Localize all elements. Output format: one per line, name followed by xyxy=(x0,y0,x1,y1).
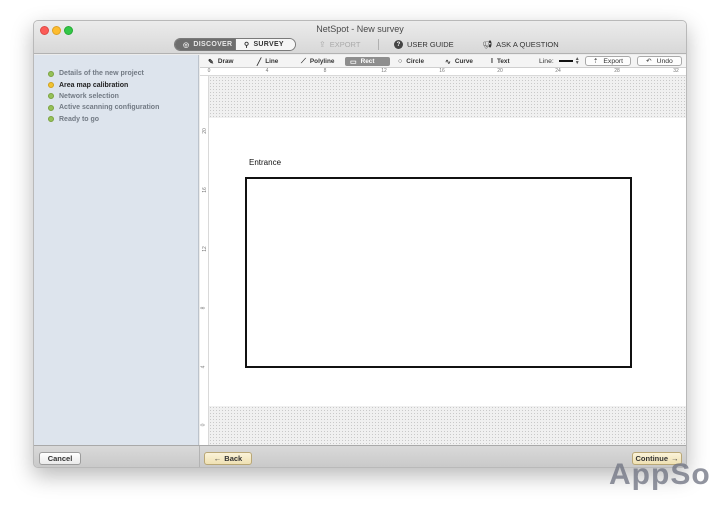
megaphone-icon: 📢︎ xyxy=(482,40,493,49)
canvas-margin-top xyxy=(209,76,686,118)
map-pin-icon: ⚲ xyxy=(244,41,250,49)
ruler-tick: 16 xyxy=(201,187,208,193)
vertical-ruler: 20 16 12 8 4 0 xyxy=(200,76,209,445)
ruler-tick: 8 xyxy=(323,68,327,74)
step-label: Area map calibration xyxy=(59,81,129,89)
discover-tab[interactable]: ◎ DISCOVER xyxy=(175,39,235,50)
rect-tool-label: Rect xyxy=(360,58,375,65)
ruler-tick: 20 xyxy=(201,128,208,134)
wizard-sidebar: Details of the new project Area map cali… xyxy=(34,55,199,445)
undo-icon: ↶ xyxy=(646,58,652,65)
step-active-scanning[interactable]: Active scanning configuration xyxy=(34,102,198,113)
step-details[interactable]: Details of the new project xyxy=(34,68,198,79)
status-dot-icon xyxy=(48,116,54,123)
survey-tab[interactable]: ⚲ SURVEY xyxy=(235,39,295,50)
curve-icon: ∿ xyxy=(445,58,451,66)
watermark-logo: AppSo xyxy=(609,458,711,491)
user-guide-label: USER GUIDE xyxy=(407,40,454,49)
step-label: Ready to go xyxy=(59,115,100,123)
title-bar: NetSpot - New survey ◎ DISCOVER ⚲ SURVEY… xyxy=(34,21,686,54)
export-icon: ⇪ xyxy=(319,40,326,49)
ruler-tick: 24 xyxy=(555,68,561,74)
ruler-tick: 32 xyxy=(673,68,679,74)
cancel-label: Cancel xyxy=(47,454,73,463)
entrance-label[interactable]: Entrance xyxy=(249,158,281,167)
draw-tool-label: Draw xyxy=(217,58,234,65)
export-label: EXPORT xyxy=(329,40,361,49)
cancel-button[interactable]: Cancel xyxy=(39,452,81,465)
step-ready[interactable]: Ready to go xyxy=(34,114,198,125)
stepper-arrows-icon: ▲ ▼ xyxy=(574,56,580,66)
line-icon: ╱ xyxy=(257,58,262,66)
ask-question-label: ASK A QUESTION xyxy=(496,40,559,49)
ruler-tick: 4 xyxy=(200,365,207,369)
window-title: NetSpot - New survey xyxy=(316,24,404,34)
ask-question-button[interactable]: 📢︎ ASK A QUESTION xyxy=(482,40,559,49)
horizontal-ruler: 0 4 8 12 16 20 24 28 32 xyxy=(200,68,686,76)
status-dot-icon xyxy=(48,82,54,89)
line-width-control[interactable]: Line: ▲ ▼ xyxy=(539,56,580,66)
user-guide-button[interactable]: ? USER GUIDE xyxy=(394,40,454,49)
ruler-tick: 0 xyxy=(200,423,207,427)
bottom-bar: Cancel ← Back Continue → xyxy=(34,445,686,467)
app-window: NetSpot - New survey ◎ DISCOVER ⚲ SURVEY… xyxy=(33,20,687,468)
ruler-tick: 20 xyxy=(497,68,503,74)
pencil-icon: ✎ xyxy=(208,58,214,66)
export-drawing-button[interactable]: ⇡ Export xyxy=(585,56,631,66)
circle-icon: ○ xyxy=(398,58,403,65)
bottom-bar-divider xyxy=(199,446,200,467)
drawn-rectangle[interactable] xyxy=(245,177,632,368)
rectangle-icon: ▭ xyxy=(350,58,357,66)
ruler-tick: 12 xyxy=(381,68,387,74)
canvas-margin-bottom xyxy=(209,406,686,445)
status-dot-icon xyxy=(48,70,54,77)
curve-tool-label: Curve xyxy=(454,58,473,65)
undo-button[interactable]: ↶ Undo xyxy=(637,56,682,66)
step-label: Active scanning configuration xyxy=(59,104,160,112)
mode-switch: ◎ DISCOVER ⚲ SURVEY xyxy=(174,38,296,51)
discover-icon: ◎ xyxy=(183,41,190,49)
ruler-tick: 8 xyxy=(200,306,207,310)
line-tool-label: Line xyxy=(265,58,279,65)
draw-tool[interactable]: ✎ Draw xyxy=(203,57,239,66)
curve-tool[interactable]: ∿ Curve xyxy=(440,57,478,66)
status-dot-icon xyxy=(48,104,54,111)
text-tool-label: Text xyxy=(496,58,510,65)
back-label: Back xyxy=(224,454,243,463)
ruler-tick: 16 xyxy=(439,68,445,74)
text-cursor-icon: I xyxy=(491,58,493,65)
toolbar-divider xyxy=(378,39,379,50)
map-canvas[interactable]: Entrance xyxy=(209,76,686,445)
ruler-tick: 4 xyxy=(265,68,269,74)
question-icon: ? xyxy=(394,40,403,49)
ruler-tick: 28 xyxy=(614,68,620,74)
back-button[interactable]: ← Back xyxy=(204,452,252,465)
line-width-swatch xyxy=(558,60,573,62)
arrow-left-icon: ← xyxy=(213,454,222,463)
line-width-label: Line: xyxy=(539,57,554,65)
undo-label: Undo xyxy=(656,57,673,65)
export-drawing-label: Export xyxy=(603,57,624,65)
step-area-map-calibration[interactable]: Area map calibration xyxy=(34,79,198,90)
ruler-tick: 12 xyxy=(201,246,208,252)
drawing-toolbar: ✎ Draw ╱ Line ⟋ Polyline ▭ Rect ○ Circle… xyxy=(200,55,686,68)
export-arrow-icon: ⇡ xyxy=(592,58,599,65)
polyline-tool-label: Polyline xyxy=(309,58,335,65)
survey-label: SURVEY xyxy=(253,41,284,48)
line-tool[interactable]: ╱ Line xyxy=(252,57,283,66)
circle-tool-label: Circle xyxy=(406,58,424,65)
step-network-selection[interactable]: Network selection xyxy=(34,91,198,102)
polyline-tool[interactable]: ⟋ Polyline xyxy=(296,57,339,66)
text-tool[interactable]: I Text xyxy=(486,57,515,66)
rect-tool[interactable]: ▭ Rect xyxy=(345,57,390,66)
step-label: Details of the new project xyxy=(59,70,144,78)
status-dot-icon xyxy=(48,93,54,100)
discover-label: DISCOVER xyxy=(193,41,233,48)
circle-tool[interactable]: ○ Circle xyxy=(393,57,429,66)
ruler-tick: 0 xyxy=(207,68,211,74)
polyline-icon: ⟋ xyxy=(301,57,306,65)
export-toolbar-button[interactable]: ⇪ EXPORT xyxy=(319,40,360,49)
step-label: Network selection xyxy=(59,92,119,100)
